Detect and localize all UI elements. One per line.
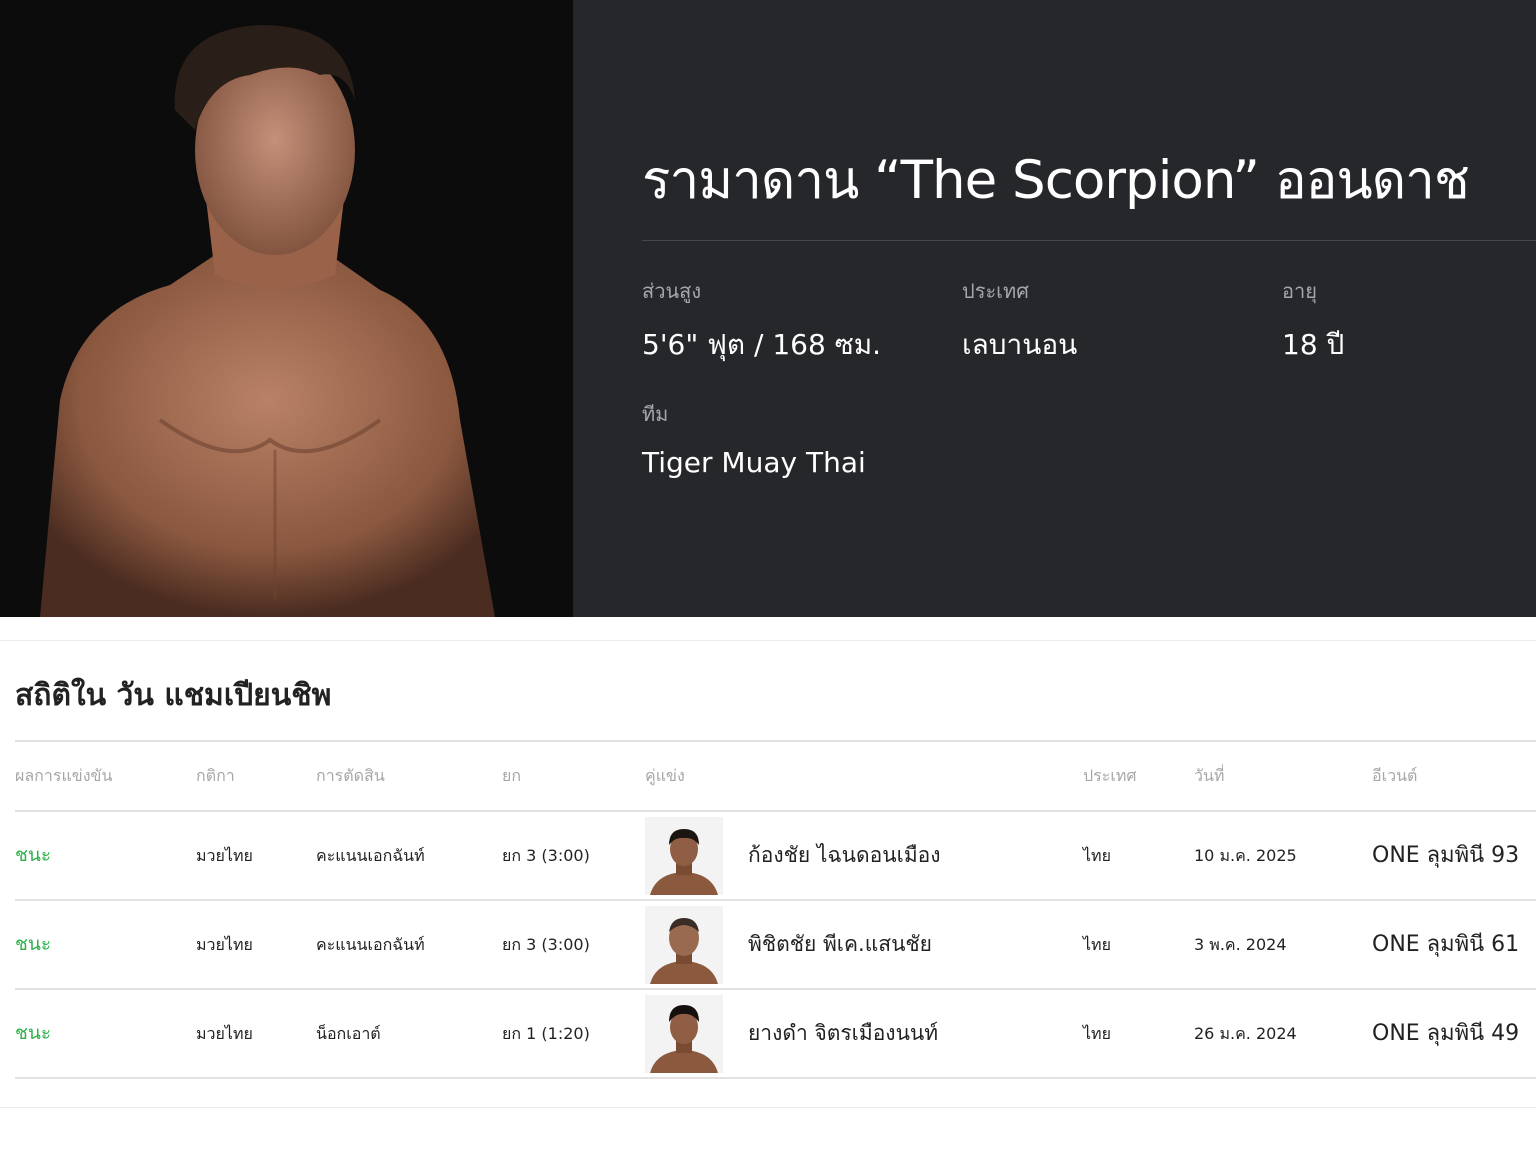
method-cell: คะแนนเอกฉันท์ <box>316 846 425 865</box>
table-row[interactable]: ชนะ มวยไทย คะแนนเอกฉันท์ ยก 3 (3:00) ก้อ… <box>15 812 1536 899</box>
table-row[interactable]: ชนะ มวยไทย น็อกเอาต์ ยก 1 (1:20) ยางดำ จ… <box>15 990 1536 1077</box>
height-value: 5'6" ฟุต / 168 ซม. <box>642 328 882 361</box>
header-opponent: คู่แข่ง <box>645 766 685 785</box>
section-divider-bottom <box>0 1107 1536 1108</box>
fighter-name: รามาดาน “The Scorpion” ออนดาช <box>642 150 1470 211</box>
fight-record-table: ผลการแข่งขัน กติกา การตัดสิน ยก คู่แข่ง … <box>15 740 1536 1079</box>
opponent-name[interactable]: ก้องชัย ไฉนดอนเมือง <box>748 812 941 899</box>
event-link[interactable]: ONE ลุมพินี 93 <box>1372 812 1519 899</box>
section-divider-top <box>0 640 1536 641</box>
header-rules: กติกา <box>196 766 235 785</box>
country-stat: ประเทศ เลบานอน <box>962 275 1077 367</box>
age-value: 18 ปี <box>1282 328 1345 361</box>
table-header: ผลการแข่งขัน กติกา การตัดสิน ยก คู่แข่ง … <box>15 742 1536 810</box>
age-label: อายุ <box>1282 279 1317 303</box>
header-round: ยก <box>502 766 522 785</box>
opponent-name[interactable]: ยางดำ จิตรเมืองนนท์ <box>748 990 938 1077</box>
rules-cell: มวยไทย <box>196 846 253 865</box>
fighter-hero: รามาดาน “The Scorpion” ออนดาช ส่วนสูง 5'… <box>0 0 1536 617</box>
round-cell: ยก 3 (3:00) <box>502 846 590 865</box>
date-cell: 26 ม.ค. 2024 <box>1194 1024 1297 1043</box>
team-stat: ทีม Tiger Muay Thai <box>642 398 866 479</box>
header-method: การตัดสิน <box>316 766 385 785</box>
fighter-photo <box>0 0 573 617</box>
team-value: Tiger Muay Thai <box>642 446 866 479</box>
fighter-info: รามาดาน “The Scorpion” ออนดาช ส่วนสูง 5'… <box>642 0 1536 617</box>
country-cell: ไทย <box>1083 935 1111 954</box>
event-link[interactable]: ONE ลุมพินี 61 <box>1372 901 1519 988</box>
team-label: ทีม <box>642 402 669 426</box>
date-cell: 3 พ.ค. 2024 <box>1194 935 1287 954</box>
age-stat: อายุ 18 ปี <box>1282 275 1344 367</box>
rules-cell: มวยไทย <box>196 935 253 954</box>
result-cell: ชนะ <box>15 844 52 866</box>
country-cell: ไทย <box>1083 846 1111 865</box>
event-link[interactable]: ONE ลุมพินี 49 <box>1372 990 1519 1077</box>
record-title: สถิติใน วัน แชมเปียนชิพ <box>15 678 332 713</box>
opponent-name[interactable]: พิชิตชัย พีเค.แสนชัย <box>748 901 932 988</box>
result-cell: ชนะ <box>15 933 52 955</box>
date-cell: 10 ม.ค. 2025 <box>1194 846 1297 865</box>
rules-cell: มวยไทย <box>196 1024 253 1043</box>
header-event: อีเวนต์ <box>1372 766 1418 785</box>
height-label: ส่วนสูง <box>642 279 702 303</box>
result-cell: ชนะ <box>15 1022 52 1044</box>
table-row[interactable]: ชนะ มวยไทย คะแนนเอกฉันท์ ยก 3 (3:00) พิช… <box>15 901 1536 988</box>
fighter-portrait-image <box>40 25 495 617</box>
table-rule <box>15 1077 1536 1079</box>
header-result: ผลการแข่งขัน <box>15 766 113 785</box>
country-value: เลบานอน <box>962 328 1078 361</box>
opponent-avatar[interactable] <box>645 817 723 895</box>
header-country: ประเทศ <box>1083 766 1137 785</box>
country-cell: ไทย <box>1083 1024 1111 1043</box>
round-cell: ยก 3 (3:00) <box>502 935 590 954</box>
info-divider <box>642 240 1536 241</box>
round-cell: ยก 1 (1:20) <box>502 1024 590 1043</box>
header-date: วันที่ <box>1194 766 1225 785</box>
method-cell: น็อกเอาต์ <box>316 1024 381 1043</box>
opponent-avatar[interactable] <box>645 906 723 984</box>
country-label: ประเทศ <box>962 279 1029 303</box>
opponent-avatar[interactable] <box>645 995 723 1073</box>
height-stat: ส่วนสูง 5'6" ฟุต / 168 ซม. <box>642 275 881 367</box>
method-cell: คะแนนเอกฉันท์ <box>316 935 425 954</box>
